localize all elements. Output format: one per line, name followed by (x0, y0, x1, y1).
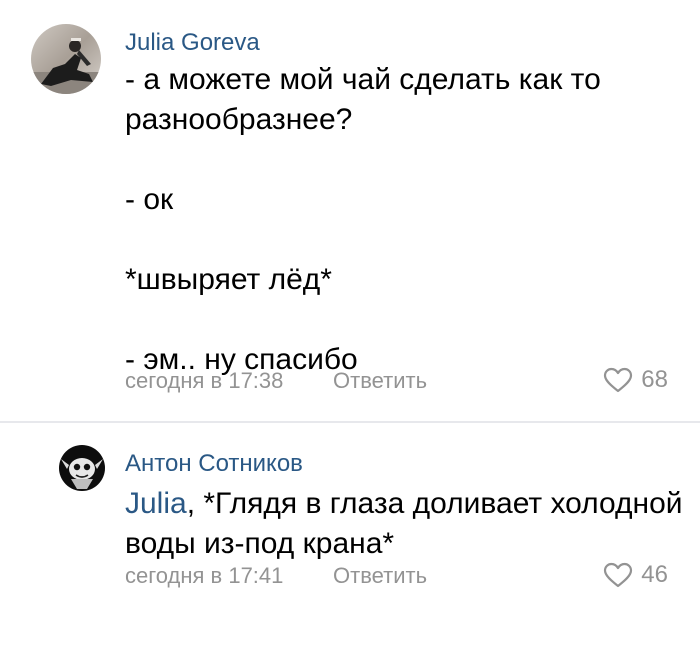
comment-time: сегодня в 17:41 (125, 563, 284, 588)
like-count: 68 (641, 366, 668, 393)
comment-line: - ок (125, 183, 174, 216)
like-button[interactable]: 46 (603, 561, 668, 589)
comment-line (125, 220, 685, 260)
avatar[interactable] (59, 445, 105, 491)
comment-time: сегодня в 17:38 (125, 368, 284, 393)
comment: Julia Goreva - а можете мой чай сделать … (0, 0, 700, 421)
comment-text: - а можете мой чай сделать как то разноо… (125, 60, 685, 380)
heart-icon (604, 367, 633, 393)
avatar[interactable] (31, 24, 101, 94)
comment-body: , *Глядя в глаза доливает холодной воды … (125, 487, 683, 560)
reply-button[interactable]: Ответить (333, 368, 427, 394)
comment-meta: сегодня в 17:41 Ответить 46 (125, 561, 668, 593)
mention-link[interactable]: Julia (125, 487, 187, 520)
comment-text: Julia, *Глядя в глаза доливает холодной … (125, 484, 685, 564)
comment-author[interactable]: Антон Сотников (125, 450, 303, 478)
comment-line: - а можете мой чай сделать как то разноо… (125, 63, 601, 136)
comment: Антон Сотников Julia, *Глядя в глаза дол… (0, 423, 700, 652)
comment-line (125, 140, 685, 180)
like-button[interactable]: 68 (603, 366, 668, 394)
heart-icon (604, 562, 633, 588)
comment-line: *швыряет лёд* (125, 263, 332, 296)
comment-line (125, 300, 685, 340)
comment-author[interactable]: Julia Goreva (125, 29, 260, 57)
like-count: 46 (641, 561, 668, 588)
avatar-photo (31, 24, 101, 94)
avatar-photo (59, 445, 105, 491)
reply-button[interactable]: Ответить (333, 563, 427, 589)
comment-meta: сегодня в 17:38 Ответить 68 (125, 366, 668, 398)
